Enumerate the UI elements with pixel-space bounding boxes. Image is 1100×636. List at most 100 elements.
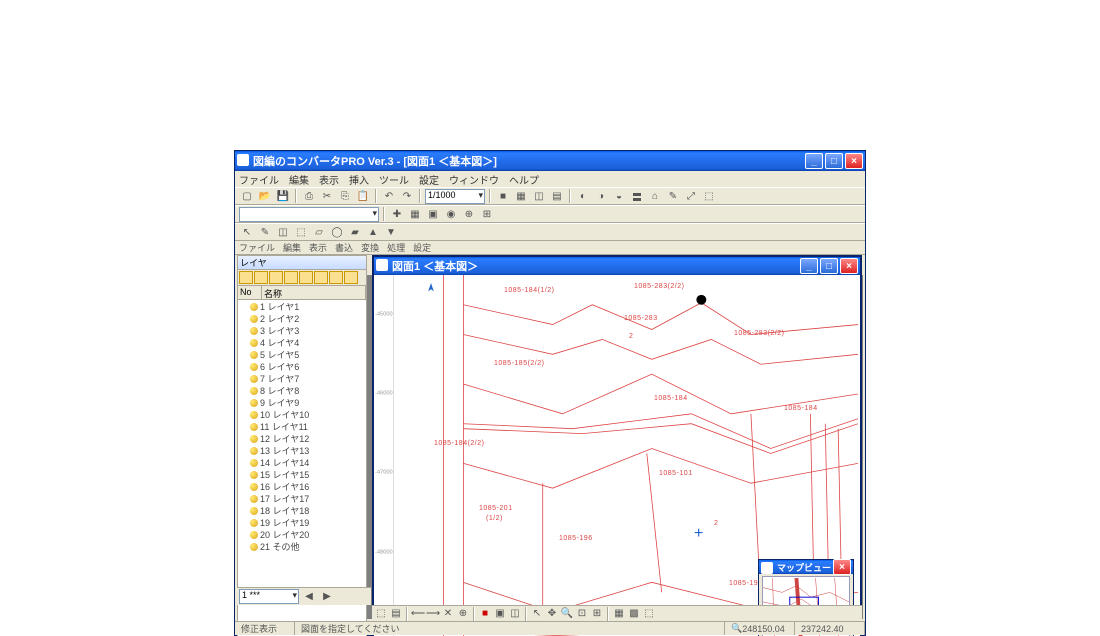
doc-tool-icon[interactable]: ✥ xyxy=(545,607,559,620)
menu-edit[interactable]: 編集 xyxy=(289,172,309,187)
tool-icon[interactable]: ⬚ xyxy=(701,189,717,204)
minimize-button[interactable]: _ xyxy=(805,153,823,169)
nav-icon[interactable]: ◀ xyxy=(301,589,317,604)
tool-icon[interactable]: ✎ xyxy=(665,189,681,204)
layer-item[interactable]: 21 その他 xyxy=(250,541,366,553)
child-menu[interactable]: ファイル xyxy=(239,241,275,254)
cut-icon[interactable]: ✂ xyxy=(319,189,335,204)
open-icon[interactable]: 📂 xyxy=(257,189,273,204)
menu-tools[interactable]: ツール xyxy=(379,172,409,187)
tool-icon[interactable]: ✎ xyxy=(257,225,273,240)
visibility-icon[interactable] xyxy=(250,483,258,491)
tool-icon[interactable]: ▦ xyxy=(407,207,423,222)
doc-tool-icon[interactable]: ⟶ xyxy=(426,607,440,620)
visibility-icon[interactable] xyxy=(250,339,258,347)
layer-tool-icon[interactable] xyxy=(239,271,253,284)
undo-icon[interactable]: ↶ xyxy=(381,189,397,204)
map-titlebar[interactable]: 図面1 ＜基本図＞ _ □ × xyxy=(374,257,860,275)
tool-icon[interactable]: 〓 xyxy=(629,189,645,204)
visibility-icon[interactable] xyxy=(250,375,258,383)
tool-icon[interactable]: ✚ xyxy=(389,207,405,222)
doc-tool-icon[interactable]: ↖ xyxy=(530,607,544,620)
visibility-icon[interactable] xyxy=(250,327,258,335)
menu-file[interactable]: ファイル xyxy=(239,172,279,187)
copy-icon[interactable]: ⎘ xyxy=(337,189,353,204)
layer-tool-icon[interactable] xyxy=(254,271,268,284)
layer-item[interactable]: 8 レイヤ8 xyxy=(250,385,366,397)
visibility-icon[interactable] xyxy=(250,351,258,359)
visibility-icon[interactable] xyxy=(250,495,258,503)
tool-icon[interactable]: ▲ xyxy=(365,225,381,240)
tool-icon[interactable]: ▼ xyxy=(383,225,399,240)
doc-tool-icon[interactable]: ✕ xyxy=(441,607,455,620)
layer-item[interactable]: 13 レイヤ13 xyxy=(250,445,366,457)
layer-item[interactable]: 2 レイヤ2 xyxy=(250,313,366,325)
tool-icon[interactable]: ◫ xyxy=(531,189,547,204)
layer-item[interactable]: 3 レイヤ3 xyxy=(250,325,366,337)
layer-item[interactable]: 12 レイヤ12 xyxy=(250,433,366,445)
save-icon[interactable]: 💾 xyxy=(275,189,291,204)
tool-icon[interactable]: ⊕ xyxy=(461,207,477,222)
doc-tool-icon[interactable]: ▦ xyxy=(612,607,626,620)
layer-item[interactable]: 7 レイヤ7 xyxy=(250,373,366,385)
layer-tool-icon[interactable] xyxy=(284,271,298,284)
layer-tool-icon[interactable] xyxy=(344,271,358,284)
visibility-icon[interactable] xyxy=(250,531,258,539)
tool-icon[interactable]: ◑ xyxy=(593,189,609,204)
doc-tool-icon[interactable]: ⊡ xyxy=(575,607,589,620)
layer-item[interactable]: 20 レイヤ20 xyxy=(250,529,366,541)
child-menu[interactable]: 表示 xyxy=(309,241,327,254)
layer-item[interactable]: 16 レイヤ16 xyxy=(250,481,366,493)
child-menu[interactable]: 変換 xyxy=(361,241,379,254)
layer-tool-icon[interactable] xyxy=(299,271,313,284)
visibility-icon[interactable] xyxy=(250,387,258,395)
doc-tool-icon[interactable]: ⬚ xyxy=(642,607,656,620)
tool-icon[interactable]: ▦ xyxy=(513,189,529,204)
menu-settings[interactable]: 設定 xyxy=(419,172,439,187)
tool-icon[interactable]: ■ xyxy=(495,189,511,204)
tool-icon[interactable]: ▰ xyxy=(347,225,363,240)
visibility-icon[interactable] xyxy=(250,399,258,407)
child-menu[interactable]: 書込 xyxy=(335,241,353,254)
visibility-icon[interactable] xyxy=(250,411,258,419)
nav-icon[interactable]: ▶ xyxy=(319,589,335,604)
layer-item[interactable]: 17 レイヤ17 xyxy=(250,493,366,505)
layer-item[interactable]: 1 レイヤ1 xyxy=(250,301,366,313)
menu-insert[interactable]: 挿入 xyxy=(349,172,369,187)
doc-tool-icon[interactable]: ⊕ xyxy=(456,607,470,620)
col-no[interactable]: No xyxy=(238,286,262,299)
doc-tool-icon[interactable]: ▤ xyxy=(389,607,403,620)
visibility-icon[interactable] xyxy=(250,471,258,479)
visibility-icon[interactable] xyxy=(250,543,258,551)
layer-tool-icon[interactable] xyxy=(329,271,343,284)
redo-icon[interactable]: ↷ xyxy=(399,189,415,204)
main-titlebar[interactable]: 図編のコンバータPRO Ver.3 - [図面1 ＜基本図＞] _ □ × xyxy=(235,151,865,171)
layer-item[interactable]: 15 レイヤ15 xyxy=(250,469,366,481)
tool-icon[interactable]: ⌂ xyxy=(647,189,663,204)
visibility-icon[interactable] xyxy=(250,447,258,455)
tool-icon[interactable]: ◯ xyxy=(329,225,345,240)
visibility-icon[interactable] xyxy=(250,459,258,467)
visibility-icon[interactable] xyxy=(250,303,258,311)
layer-item[interactable]: 14 レイヤ14 xyxy=(250,457,366,469)
layer-tool-icon[interactable] xyxy=(269,271,283,284)
doc-tool-icon[interactable]: ■ xyxy=(478,607,492,620)
tool-icon[interactable]: ⊞ xyxy=(479,207,495,222)
overview-close-button[interactable]: × xyxy=(833,559,851,575)
doc-tool-icon[interactable]: 🔍 xyxy=(560,607,574,620)
child-menu[interactable]: 設定 xyxy=(413,241,431,254)
tool-icon[interactable]: ▣ xyxy=(425,207,441,222)
tool-icon[interactable]: ◉ xyxy=(443,207,459,222)
layer-item[interactable]: 5 レイヤ5 xyxy=(250,349,366,361)
tool-icon[interactable]: ⤢ xyxy=(683,189,699,204)
layer-item[interactable]: 19 レイヤ19 xyxy=(250,517,366,529)
doc-tool-icon[interactable]: ◫ xyxy=(508,607,522,620)
visibility-icon[interactable] xyxy=(250,519,258,527)
layer-item[interactable]: 4 レイヤ4 xyxy=(250,337,366,349)
menu-view[interactable]: 表示 xyxy=(319,172,339,187)
map-canvas[interactable]: 1085-184(1/2)1085-283(2/2)1085-2831085-2… xyxy=(394,275,858,636)
col-name[interactable]: 名称 xyxy=(262,286,366,299)
tool-icon[interactable]: ◐ xyxy=(575,189,591,204)
layer-tool-icon[interactable] xyxy=(314,271,328,284)
visibility-icon[interactable] xyxy=(250,507,258,515)
